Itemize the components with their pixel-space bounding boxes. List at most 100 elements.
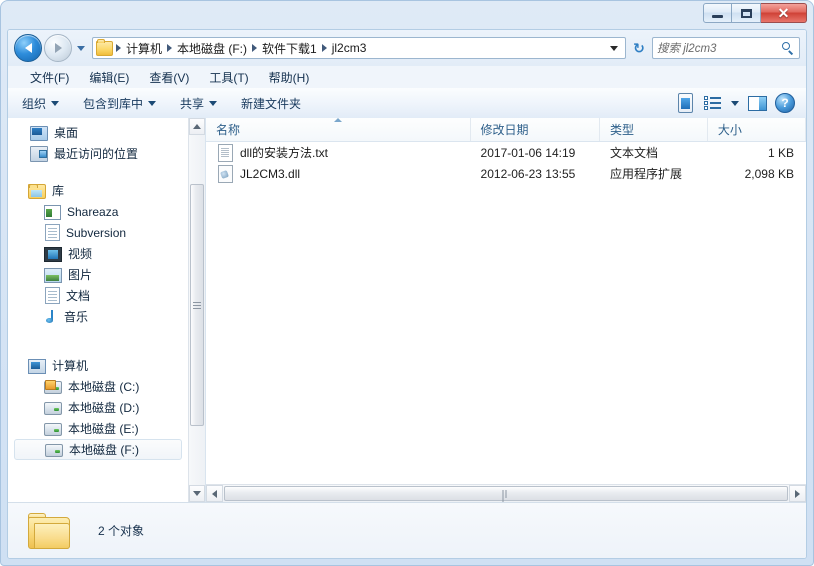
recent-places-icon bbox=[30, 146, 48, 162]
scroll-up-button[interactable] bbox=[189, 118, 205, 135]
sidebar-item-label: 视频 bbox=[68, 245, 92, 262]
forward-button[interactable] bbox=[44, 34, 72, 62]
sidebar-item-computer[interactable]: 计算机 bbox=[8, 355, 188, 376]
file-size: 2,098 KB bbox=[708, 167, 806, 181]
chevron-down-icon bbox=[610, 46, 618, 51]
share-button[interactable]: 共享 bbox=[170, 91, 227, 116]
sidebar-item-drive-f[interactable]: 本地磁盘 (F:) bbox=[14, 439, 182, 460]
sidebar-item-label: Subversion bbox=[66, 226, 126, 240]
breadcrumb-separator-icon bbox=[116, 44, 121, 52]
column-header-label: 名称 bbox=[216, 121, 240, 138]
sidebar-item-label: 桌面 bbox=[54, 124, 78, 141]
sidebar-item-drive-c[interactable]: 本地磁盘 (C:) bbox=[8, 376, 188, 397]
sidebar-item-drive-e[interactable]: 本地磁盘 (E:) bbox=[8, 418, 188, 439]
organize-button[interactable]: 组织 bbox=[12, 91, 69, 116]
menu-item-view[interactable]: 查看(V) bbox=[139, 67, 199, 88]
column-header-label: 大小 bbox=[718, 121, 742, 138]
sidebar-item-drive-d[interactable]: 本地磁盘 (D:) bbox=[8, 397, 188, 418]
scroll-left-button[interactable] bbox=[206, 485, 223, 502]
window-client-area: 计算机 本地磁盘 (F:) 软件下载1 jl2cm3 ↻ 搜索 jl2cm3 bbox=[7, 29, 807, 559]
column-header-name[interactable]: 名称 bbox=[206, 118, 471, 141]
address-bar[interactable]: 计算机 本地磁盘 (F:) 软件下载1 jl2cm3 bbox=[92, 37, 626, 59]
menu-item-tools[interactable]: 工具(T) bbox=[199, 67, 258, 88]
menu-item-help[interactable]: 帮助(H) bbox=[259, 67, 320, 88]
sidebar-item-recent-places[interactable]: 最近访问的位置 bbox=[8, 143, 188, 164]
minimize-button[interactable] bbox=[703, 3, 732, 23]
scrollbar-thumb[interactable] bbox=[224, 486, 788, 501]
menu-item-edit[interactable]: 编辑(E) bbox=[79, 67, 139, 88]
file-rows: dll的安装方法.txt 2017-01-06 14:19 文本文档 1 KB … bbox=[206, 142, 806, 484]
address-dropdown-button[interactable] bbox=[605, 46, 623, 51]
scroll-down-button[interactable] bbox=[189, 485, 205, 502]
refresh-button[interactable]: ↻ bbox=[628, 37, 650, 59]
column-headers: 名称 修改日期 类型 大小 bbox=[206, 118, 806, 142]
column-header-size[interactable]: 大小 bbox=[708, 118, 806, 141]
sidebar-item-pictures[interactable]: 图片 bbox=[8, 264, 188, 285]
column-header-date[interactable]: 修改日期 bbox=[471, 118, 600, 141]
triangle-down-icon bbox=[193, 491, 201, 496]
sidebar-item-label: 库 bbox=[52, 182, 64, 199]
search-input[interactable]: 搜索 jl2cm3 bbox=[657, 40, 782, 56]
forward-arrow-icon bbox=[55, 43, 62, 53]
file-list-horizontal-scrollbar[interactable] bbox=[206, 484, 806, 502]
sidebar-item-label: 音乐 bbox=[64, 308, 88, 325]
grip-icon bbox=[193, 302, 201, 308]
column-header-type[interactable]: 类型 bbox=[600, 118, 708, 141]
menu-item-file[interactable]: 文件(F) bbox=[20, 67, 79, 88]
sidebar-spacer bbox=[8, 327, 188, 339]
maximize-icon bbox=[741, 9, 752, 18]
breadcrumb-item-0[interactable]: 计算机 bbox=[123, 40, 165, 57]
back-arrow-icon bbox=[25, 43, 32, 53]
breadcrumb-item-3[interactable]: jl2cm3 bbox=[329, 41, 370, 55]
sidebar-item-desktop[interactable]: 桌面 bbox=[8, 122, 188, 143]
close-button[interactable]: ✕ bbox=[761, 3, 807, 23]
share-label: 共享 bbox=[180, 95, 204, 112]
include-in-library-button[interactable]: 包含到库中 bbox=[73, 91, 166, 116]
help-button[interactable]: ? bbox=[772, 91, 798, 115]
breadcrumb-item-2[interactable]: 软件下载1 bbox=[259, 40, 320, 57]
minimize-icon bbox=[712, 15, 723, 18]
chevron-down-icon bbox=[209, 101, 217, 106]
computer-icon bbox=[28, 359, 46, 374]
item-count-label: 2 个对象 bbox=[98, 522, 144, 539]
breadcrumb-separator-icon bbox=[252, 44, 257, 52]
preview-pane-button[interactable] bbox=[744, 91, 770, 115]
scrollbar-track[interactable] bbox=[223, 485, 789, 502]
close-icon: ✕ bbox=[778, 6, 790, 20]
triangle-right-icon bbox=[795, 490, 800, 498]
sidebar-scrollbar[interactable] bbox=[188, 118, 205, 502]
sidebar-item-videos[interactable]: 视频 bbox=[8, 243, 188, 264]
sidebar-item-label: 最近访问的位置 bbox=[54, 145, 138, 162]
search-box[interactable]: 搜索 jl2cm3 bbox=[652, 37, 800, 59]
breadcrumb-item-1[interactable]: 本地磁盘 (F:) bbox=[174, 40, 250, 57]
scrollbar-thumb[interactable] bbox=[190, 184, 204, 426]
text-file-icon bbox=[218, 144, 233, 162]
status-bar: 2 个对象 bbox=[8, 502, 806, 558]
sidebar-item-libraries[interactable]: 库 bbox=[8, 180, 188, 201]
history-dropdown-button[interactable] bbox=[74, 38, 88, 58]
new-folder-button[interactable]: 新建文件夹 bbox=[231, 91, 311, 116]
library-icon bbox=[28, 184, 46, 199]
sidebar-item-shareaza[interactable]: Shareaza bbox=[8, 201, 188, 222]
sidebar-item-label: 计算机 bbox=[52, 357, 88, 374]
table-row[interactable]: JL2CM3.dll 2012-06-23 13:55 应用程序扩展 2,098… bbox=[206, 163, 806, 184]
chevron-down-icon bbox=[77, 46, 85, 51]
mobile-sync-button[interactable] bbox=[672, 91, 698, 115]
view-mode-dropdown[interactable] bbox=[728, 91, 742, 115]
sidebar-item-music[interactable]: 音乐 bbox=[8, 306, 188, 327]
sidebar-item-label: 图片 bbox=[68, 266, 92, 283]
sidebar-spacer bbox=[8, 164, 188, 176]
table-row[interactable]: dll的安装方法.txt 2017-01-06 14:19 文本文档 1 KB bbox=[206, 142, 806, 163]
maximize-button[interactable] bbox=[732, 3, 761, 23]
chevron-down-icon bbox=[148, 101, 156, 106]
triangle-up-icon bbox=[193, 124, 201, 129]
navigation-pane: 桌面 最近访问的位置 库 Shareaza bbox=[8, 118, 206, 502]
sidebar-item-label: 本地磁盘 (D:) bbox=[68, 399, 139, 416]
folder-icon bbox=[26, 513, 70, 549]
sidebar-item-documents[interactable]: 文档 bbox=[8, 285, 188, 306]
sidebar-item-subversion[interactable]: Subversion bbox=[8, 222, 188, 243]
scroll-right-button[interactable] bbox=[789, 485, 806, 502]
view-mode-button[interactable] bbox=[700, 91, 726, 115]
back-button[interactable] bbox=[14, 34, 42, 62]
breadcrumb-separator-icon bbox=[322, 44, 327, 52]
